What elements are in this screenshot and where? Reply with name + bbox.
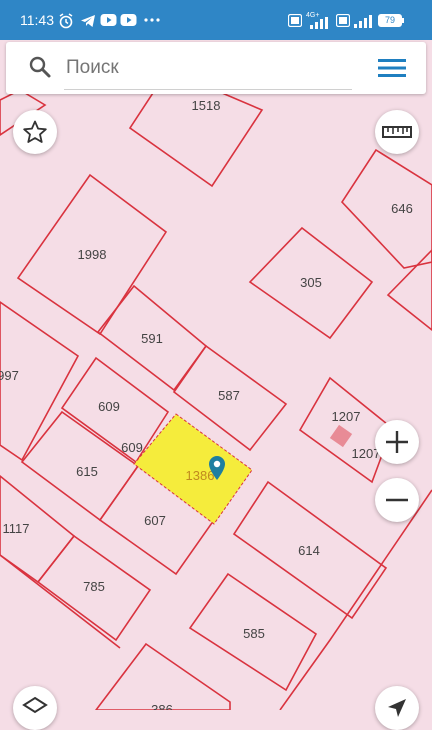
status-bar: 11:43 4G+ 79 xyxy=(0,0,432,40)
zoom-out-button[interactable] xyxy=(375,478,419,522)
battery-level: 79 xyxy=(384,15,395,25)
layers-button[interactable] xyxy=(13,686,57,730)
parcel-label: 1518 xyxy=(192,98,221,113)
parcel-label: 997 xyxy=(0,368,19,383)
parcel-label: 609 xyxy=(98,399,120,414)
search-bar xyxy=(6,42,426,94)
signal-icon xyxy=(354,15,372,28)
zoom-in-button[interactable] xyxy=(375,420,419,464)
volte-icon xyxy=(288,14,302,27)
youtube-icon xyxy=(100,14,117,26)
parcel-label: 614 xyxy=(298,543,320,558)
telegram-icon xyxy=(81,15,95,27)
parcel-label: 305 xyxy=(300,275,322,290)
battery-icon: 79 xyxy=(378,14,402,27)
menu-icon[interactable] xyxy=(378,58,406,78)
parcel-label: 585 xyxy=(243,626,265,641)
parcel-label: 607 xyxy=(144,513,166,528)
star-icon xyxy=(23,120,47,143)
youtube-icon xyxy=(120,14,137,26)
parcel-label-selected: 1386 xyxy=(186,468,215,483)
search-underline xyxy=(64,89,352,90)
parcel-label: 646 xyxy=(391,201,413,216)
battery-tip xyxy=(402,18,404,23)
signal-icon xyxy=(310,17,328,29)
my-location-button[interactable] xyxy=(375,686,419,730)
parcel-label: 386 xyxy=(151,702,173,710)
parcel-label: 785 xyxy=(83,579,105,594)
parcel-label: 609 xyxy=(121,440,143,455)
search-input[interactable] xyxy=(64,52,368,84)
parcel-layer: 1518 1998 646 305 591 997 587 609 609 12… xyxy=(0,40,432,710)
parcel-label: 1117 xyxy=(3,521,30,536)
favorite-button[interactable] xyxy=(13,110,57,154)
parcel-label: 591 xyxy=(141,331,163,346)
navigation-arrow-icon xyxy=(388,699,406,717)
status-time: 11:43 xyxy=(20,12,54,28)
plus-icon xyxy=(386,431,408,453)
parcel-label: 1207 xyxy=(332,409,361,424)
search-icon[interactable] xyxy=(28,55,52,79)
ruler-button[interactable] xyxy=(375,110,419,154)
cadastral-map[interactable]: 1518 1998 646 305 591 997 587 609 609 12… xyxy=(0,40,432,710)
more-notifications-icon xyxy=(144,18,160,22)
parcel-label: 587 xyxy=(218,388,240,403)
volte-icon xyxy=(336,14,350,27)
alarm-icon xyxy=(59,13,73,29)
minus-icon xyxy=(386,498,408,502)
parcel-label: 1998 xyxy=(78,247,107,262)
ruler-icon xyxy=(382,126,412,138)
layers-icon xyxy=(22,696,48,714)
parcel-label: 615 xyxy=(76,464,98,479)
